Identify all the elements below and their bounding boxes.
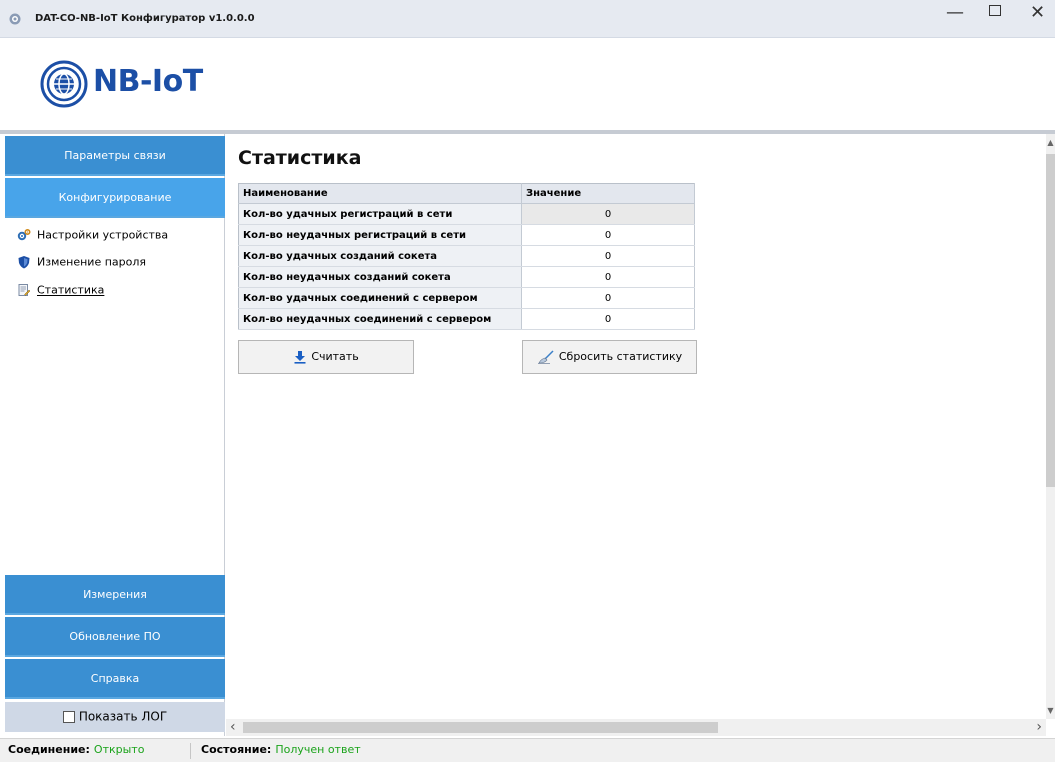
- status-divider: [190, 743, 191, 759]
- maximize-button[interactable]: [975, 5, 1015, 35]
- connection-value: Открыто: [93, 743, 145, 756]
- row-value[interactable]: 0: [521, 224, 695, 246]
- row-value[interactable]: 0: [521, 245, 695, 267]
- shield-icon: [18, 256, 30, 269]
- nav-help[interactable]: Справка: [5, 659, 225, 699]
- page-title: Статистика: [238, 147, 362, 169]
- status-bar: Соединение: Открыто Состояние: Получен отв…: [0, 738, 1055, 762]
- column-header-value[interactable]: Значение: [521, 183, 695, 204]
- sidebar-item-label: Настройки устройства: [37, 228, 169, 242]
- row-name: Кол-во удачных регистраций в сети: [238, 203, 522, 225]
- maximize-icon: [989, 5, 1001, 16]
- reset-statistics-button[interactable]: Сбросить статистику: [522, 340, 697, 374]
- nav-firmware-update[interactable]: Обновление ПО: [5, 617, 225, 657]
- row-name: Кол-во неудачных регистраций в сети: [238, 224, 522, 246]
- download-arrow-icon: [294, 351, 306, 364]
- sidebar: Параметры связи Конфигурирование Настрой…: [5, 134, 225, 736]
- row-name: Кол-во неудачных созданий сокета: [238, 266, 522, 288]
- table-row[interactable]: Кол-во неудачных регистраций в сети 0: [238, 224, 695, 246]
- row-name: Кол-во неудачных соединений с сервером: [238, 308, 522, 330]
- header: NB-IoT: [0, 39, 1055, 130]
- horizontal-scroll-thumb[interactable]: [243, 722, 718, 733]
- broom-icon: [537, 350, 554, 364]
- show-log-checkbox[interactable]: [62, 710, 75, 723]
- scroll-up-icon[interactable]: ▲: [1046, 138, 1055, 147]
- vertical-scroll-thumb[interactable]: [1046, 154, 1055, 487]
- state-status: Состояние: Получен ответ: [201, 739, 361, 761]
- table-row[interactable]: Кол-во неудачных созданий сокета 0: [238, 266, 695, 288]
- logo: NB-IoT: [39, 54, 209, 114]
- table-row[interactable]: Кол-во удачных регистраций в сети 0: [238, 203, 695, 225]
- row-value[interactable]: 0: [521, 203, 695, 225]
- gears-icon: [17, 228, 31, 241]
- sidebar-item-statistics[interactable]: Статистика: [17, 283, 104, 301]
- row-name: Кол-во удачных соединений с сервером: [238, 287, 522, 309]
- nav-configuration[interactable]: Конфигурирование: [5, 178, 225, 218]
- state-value: Получен ответ: [275, 743, 361, 756]
- row-value[interactable]: 0: [521, 287, 695, 309]
- scroll-down-icon[interactable]: ▼: [1046, 706, 1055, 715]
- scroll-left-icon[interactable]: ‹: [230, 719, 236, 736]
- nav-comm-params[interactable]: Параметры связи: [5, 136, 225, 176]
- sidebar-item-device-settings[interactable]: Настройки устройства: [17, 228, 168, 246]
- document-edit-icon: [18, 284, 31, 296]
- row-value[interactable]: 0: [521, 266, 695, 288]
- scroll-right-icon[interactable]: ›: [1036, 719, 1042, 736]
- connection-status: Соединение: Открыто: [8, 739, 144, 761]
- read-button[interactable]: Считать: [238, 340, 414, 374]
- minimize-button[interactable]: —: [935, 2, 975, 32]
- horizontal-scrollbar[interactable]: ‹ ›: [226, 719, 1046, 736]
- reset-statistics-label: Сбросить статистику: [558, 350, 683, 363]
- read-button-label: Считать: [311, 350, 359, 363]
- table-row[interactable]: Кол-во удачных соединений с сервером 0: [238, 287, 695, 309]
- column-header-name[interactable]: Наименование: [238, 183, 522, 204]
- row-value[interactable]: 0: [521, 308, 695, 330]
- title-bar: DAT-CO-NB-IoT Конфигуратор v1.0.0.0 — ✕: [0, 0, 1055, 38]
- window-title: DAT-CO-NB-IoT Конфигуратор v1.0.0.0: [35, 13, 255, 24]
- table-row[interactable]: Кол-во удачных созданий сокета 0: [238, 245, 695, 267]
- nav-measurements[interactable]: Измерения: [5, 575, 225, 615]
- sidebar-item-label: Статистика: [37, 283, 105, 297]
- vertical-scrollbar[interactable]: ▲ ▼: [1046, 134, 1055, 719]
- table-header: Наименование Значение: [238, 183, 695, 204]
- show-log-toggle[interactable]: Показать ЛОГ: [5, 702, 225, 732]
- table-row[interactable]: Кол-во неудачных соединений с сервером 0: [238, 308, 695, 330]
- statistics-table: Наименование Значение Кол-во удачных рег…: [238, 183, 695, 330]
- sidebar-item-change-password[interactable]: Изменение пароля: [17, 255, 146, 273]
- main-panel: Статистика Наименование Значение Кол-во …: [226, 134, 1046, 719]
- state-label: Состояние:: [201, 743, 272, 756]
- sidebar-item-label: Изменение пароля: [37, 255, 147, 269]
- logo-text: NB-IoT: [93, 64, 203, 99]
- show-log-label: Показать ЛОГ: [78, 709, 168, 724]
- close-button[interactable]: ✕: [1020, 2, 1055, 32]
- globe-icon: [40, 60, 88, 108]
- connection-label: Соединение:: [8, 743, 90, 756]
- row-name: Кол-во удачных созданий сокета: [238, 245, 522, 267]
- app-icon: [9, 13, 21, 25]
